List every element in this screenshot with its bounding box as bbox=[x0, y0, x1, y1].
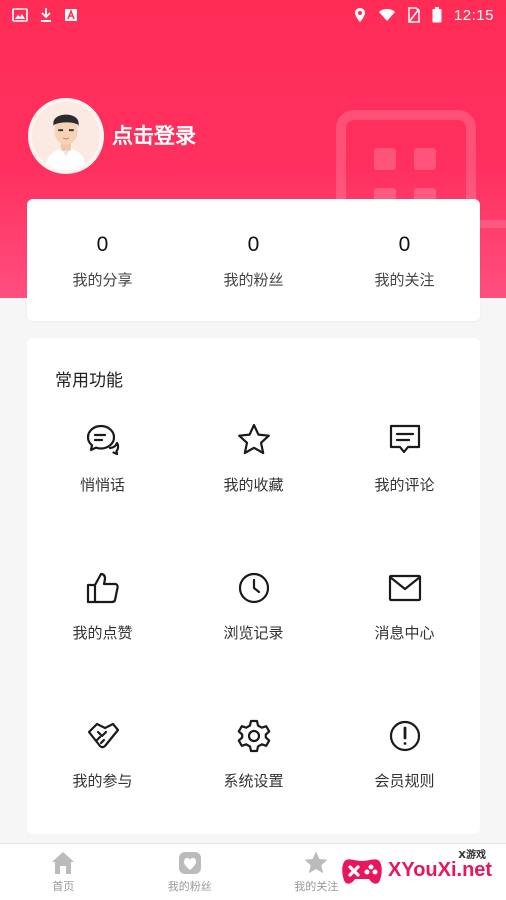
func-label: 悄悄话 bbox=[79, 476, 125, 494]
heart-icon bbox=[178, 852, 201, 874]
nav-home[interactable]: 首页 bbox=[0, 844, 127, 900]
location-icon bbox=[354, 8, 365, 22]
nav-label: 首页 bbox=[52, 880, 75, 893]
nav-label: 我的关注 bbox=[294, 880, 339, 893]
watermark-small: X游戏 bbox=[458, 850, 486, 861]
alert-icon bbox=[389, 720, 420, 752]
stat-value: 0 bbox=[96, 233, 109, 256]
comment-icon bbox=[389, 424, 420, 454]
stat-shares[interactable]: 0 我的分享 bbox=[27, 199, 178, 321]
clock-icon bbox=[238, 572, 269, 604]
star-icon bbox=[304, 851, 328, 874]
stat-label: 我的粉丝 bbox=[223, 271, 284, 289]
stat-fans[interactable]: 0 我的粉丝 bbox=[178, 199, 329, 321]
func-history[interactable]: 浏览记录 bbox=[178, 564, 329, 712]
stats-card: 0 我的分享 0 我的粉丝 0 我的关注 bbox=[27, 199, 480, 321]
home-icon bbox=[52, 852, 75, 874]
func-settings[interactable]: 系统设置 bbox=[178, 712, 329, 860]
thumbs-up-icon bbox=[86, 572, 119, 604]
func-favorites[interactable]: 我的收藏 bbox=[178, 416, 329, 564]
star-icon bbox=[237, 423, 270, 455]
image-icon bbox=[12, 8, 28, 22]
gear-icon bbox=[237, 719, 270, 753]
stat-label: 我的分享 bbox=[72, 271, 133, 289]
func-label: 我的评论 bbox=[374, 476, 435, 494]
func-label: 我的收藏 bbox=[223, 476, 284, 494]
wifi-icon bbox=[378, 9, 395, 21]
login-button[interactable]: 点击登录 bbox=[112, 120, 196, 150]
func-participation[interactable]: 我的参与 bbox=[27, 712, 178, 860]
watermark-brand: XYouXi.net bbox=[388, 858, 493, 881]
watermark-logo-icon bbox=[340, 850, 384, 890]
func-label: 系统设置 bbox=[223, 772, 284, 790]
status-time: 12:15 bbox=[453, 6, 494, 24]
nav-fans[interactable]: 我的粉丝 bbox=[127, 844, 254, 900]
battery-icon bbox=[432, 7, 442, 23]
font-icon bbox=[65, 8, 77, 21]
stat-value: 0 bbox=[247, 233, 260, 256]
func-comments[interactable]: 我的评论 bbox=[329, 416, 480, 564]
func-label: 我的参与 bbox=[72, 772, 133, 790]
func-label: 会员规则 bbox=[374, 772, 435, 790]
chat-icon bbox=[86, 424, 119, 456]
profile-screen: 12:15 点击登录 0 我的分享 0 我的粉丝 0 我的关注 常用功能 悄悄话… bbox=[0, 0, 506, 900]
func-messages[interactable]: 消息中心 bbox=[329, 564, 480, 712]
no-sim-icon bbox=[408, 7, 420, 23]
functions-grid: 悄悄话 我的收藏 我的评论 我的点赞 浏览记录 消息中心 我的参与 系统设置 会… bbox=[27, 416, 480, 860]
func-label: 浏览记录 bbox=[223, 624, 284, 642]
func-member-rules[interactable]: 会员规则 bbox=[329, 712, 480, 860]
common-functions-card: 常用功能 悄悄话 我的收藏 我的评论 我的点赞 浏览记录 消息中心 我的参与 系… bbox=[27, 338, 480, 834]
func-whisper[interactable]: 悄悄话 bbox=[27, 416, 178, 564]
status-bar: 12:15 bbox=[0, 0, 506, 30]
handshake-icon bbox=[87, 722, 119, 749]
watermark: XYouXi.net X游戏 bbox=[340, 846, 500, 894]
stat-value: 0 bbox=[398, 233, 411, 256]
nav-label: 我的粉丝 bbox=[167, 880, 212, 893]
avatar[interactable] bbox=[28, 98, 104, 174]
stat-label: 我的关注 bbox=[374, 271, 435, 289]
func-likes[interactable]: 我的点赞 bbox=[27, 564, 178, 712]
func-label: 我的点赞 bbox=[72, 624, 133, 642]
func-label: 消息中心 bbox=[374, 624, 435, 642]
download-icon bbox=[41, 8, 51, 22]
user-avatar-icon bbox=[32, 102, 100, 170]
stat-follows[interactable]: 0 我的关注 bbox=[329, 199, 480, 321]
section-title: 常用功能 bbox=[55, 371, 123, 391]
mail-icon bbox=[388, 574, 421, 602]
